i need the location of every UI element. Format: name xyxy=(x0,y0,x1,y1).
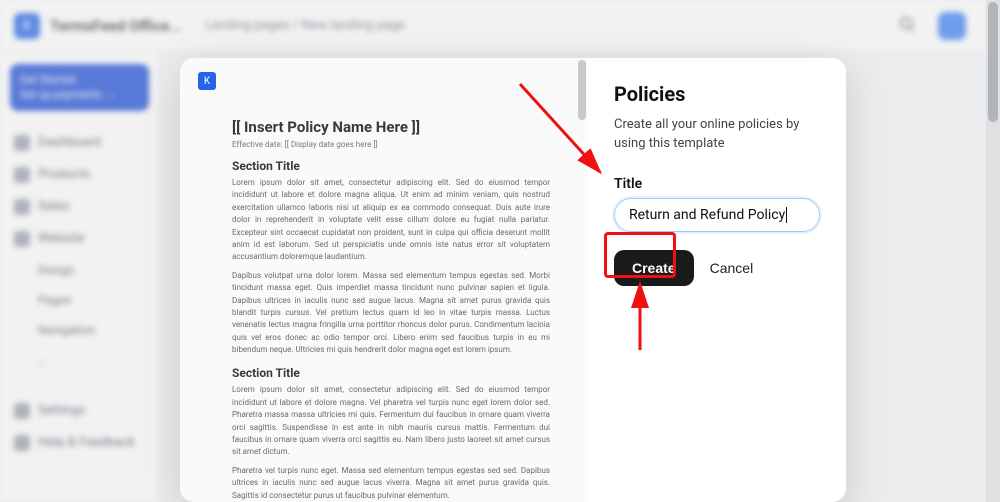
template-preview-pane: K [[ Insert Policy Name Here ]] Effectiv… xyxy=(180,58,588,502)
doc-title: [[ Insert Policy Name Here ]] xyxy=(232,118,550,136)
title-input-value: Return and Refund Policy xyxy=(629,207,785,223)
doc-section-heading: Section Title xyxy=(232,159,550,173)
modal-description: Create all your online policies by using… xyxy=(614,116,820,154)
policies-modal: K [[ Insert Policy Name Here ]] Effectiv… xyxy=(180,58,846,502)
doc-paragraph: Lorem ipsum dolor sit amet, consectetur … xyxy=(232,384,550,458)
doc-effective-date: Effective date: [[ Display date goes her… xyxy=(232,140,550,149)
preview-logo-icon: K xyxy=(198,72,216,90)
doc-paragraph: Dapibus volutpat urna dolor lorem. Massa… xyxy=(232,270,550,357)
doc-section-heading: Section Title xyxy=(232,366,550,380)
modal-heading: Policies xyxy=(614,82,820,106)
create-button[interactable]: Create xyxy=(614,250,694,286)
preview-scrollbar-thumb[interactable] xyxy=(578,60,586,120)
modal-form-pane: Policies Create all your online policies… xyxy=(588,58,846,502)
preview-document: [[ Insert Policy Name Here ]] Effective … xyxy=(198,118,564,502)
doc-paragraph: Lorem ipsum dolor sit amet, consectetur … xyxy=(232,177,550,264)
title-input[interactable]: Return and Refund Policy xyxy=(614,198,820,232)
title-label: Title xyxy=(614,176,820,192)
text-caret-icon xyxy=(786,207,787,223)
cancel-button[interactable]: Cancel xyxy=(710,260,754,276)
doc-paragraph: Pharetra vel turpis nunc eget. Massa sed… xyxy=(232,465,550,502)
